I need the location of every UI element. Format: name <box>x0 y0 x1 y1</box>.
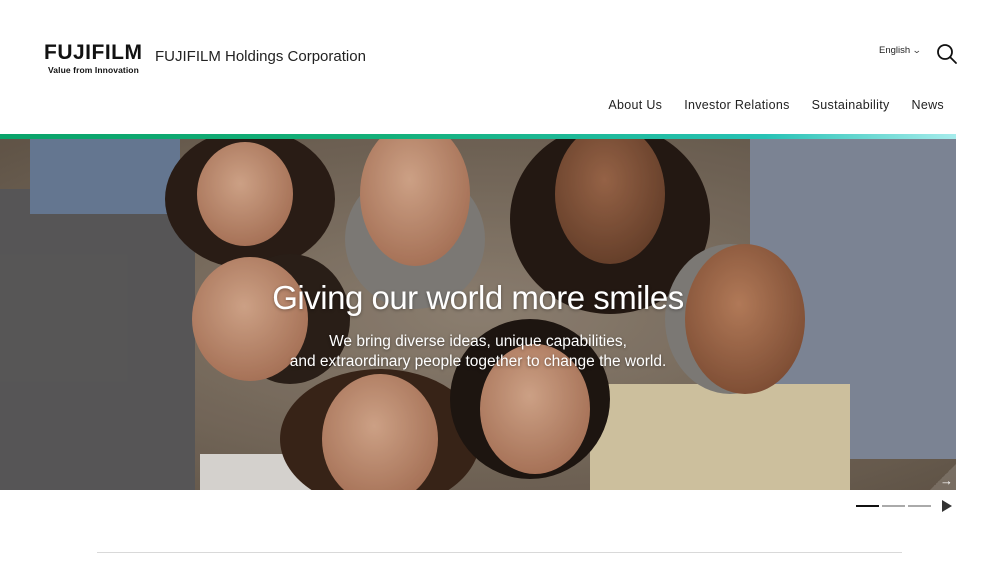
nav-sustainability[interactable]: Sustainability <box>812 98 890 112</box>
corporation-name[interactable]: FUJIFILM Holdings Corporation <box>155 48 366 65</box>
hero-subtitle: We bring diverse ideas, unique capabilit… <box>0 332 956 372</box>
hero-next-button[interactable]: → <box>930 464 956 490</box>
nav-investor-relations[interactable]: Investor Relations <box>684 98 789 112</box>
chevron-down-icon: ⌄ <box>912 45 922 55</box>
section-divider <box>97 552 902 553</box>
carousel-pager <box>856 500 952 512</box>
play-icon[interactable] <box>942 500 952 512</box>
nav-about-us[interactable]: About Us <box>608 98 662 112</box>
hero-title: Giving our world more smiles <box>0 279 956 317</box>
hero-subtitle-line-1: We bring diverse ideas, unique capabilit… <box>329 333 627 350</box>
nav-news[interactable]: News <box>912 98 944 112</box>
main-nav: About Us Investor Relations Sustainabili… <box>608 98 944 112</box>
language-label: English <box>879 45 911 56</box>
hero-banner[interactable]: Giving our world more smiles We bring di… <box>0 139 956 490</box>
language-selector[interactable]: English ⌄ <box>879 45 922 56</box>
carousel-indicator-3[interactable] <box>908 505 931 507</box>
fujifilm-logo[interactable]: FUJIFILM Value from Innovation <box>44 42 146 75</box>
carousel-indicator-1[interactable] <box>856 505 879 507</box>
hero-subtitle-line-2: and extraordinary people together to cha… <box>289 353 667 370</box>
hero-title-text: Giving our world more smiles <box>272 279 684 316</box>
arrow-right-icon: → <box>940 473 953 488</box>
search-button[interactable] <box>936 43 958 65</box>
logo-tagline: Value from Innovation <box>48 65 139 75</box>
search-icon <box>937 44 957 64</box>
carousel-indicator-2[interactable] <box>882 505 905 507</box>
logo-wordmark: FUJIFILM <box>44 41 143 64</box>
